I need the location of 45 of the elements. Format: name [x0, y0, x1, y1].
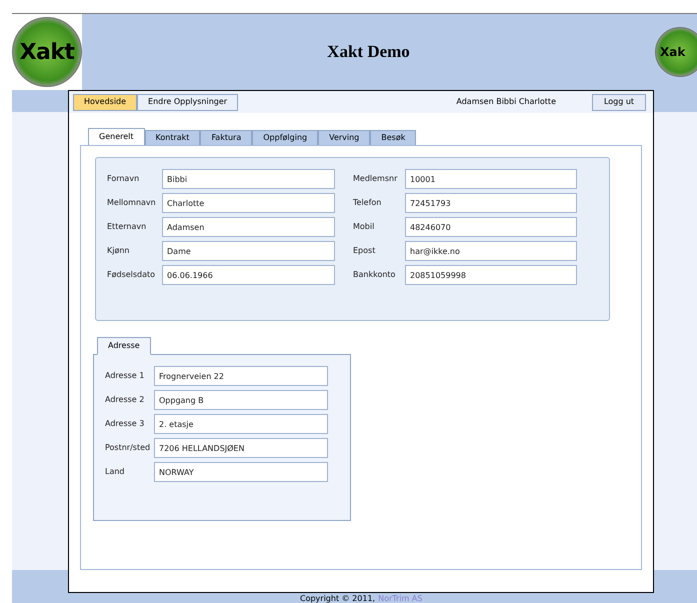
- tab[interactable]: Kontrakt: [144, 130, 200, 146]
- input-field[interactable]: Dame: [162, 241, 335, 261]
- input-field[interactable]: 2. etasje: [154, 414, 328, 434]
- input-field[interactable]: 10001: [405, 169, 577, 189]
- logout-button[interactable]: Logg ut: [592, 94, 646, 110]
- input-field[interactable]: 06.06.1966: [162, 265, 335, 285]
- field-label: Fødselsdato: [107, 269, 156, 281]
- input-field[interactable]: 48246070: [405, 217, 577, 237]
- user-name: Adamsen Bibbi Charlotte: [456, 96, 556, 108]
- input-field[interactable]: Bibbi: [162, 169, 335, 189]
- field-label: Land: [105, 466, 126, 478]
- input-field[interactable]: Oppgang B: [154, 390, 328, 410]
- tab[interactable]: Faktura: [200, 130, 252, 146]
- nav-button[interactable]: Hovedside: [73, 94, 138, 110]
- logo: Xak: [660, 44, 686, 61]
- input-field[interactable]: har@ikke.no: [405, 241, 577, 261]
- tab[interactable]: Oppfølging: [252, 130, 318, 146]
- copyright-text: Copyright © 2011,: [300, 593, 376, 603]
- page-title: Xakt Demo: [327, 41, 410, 64]
- field-label: Etternavn: [107, 221, 148, 233]
- field-label: Adresse 3: [105, 418, 146, 430]
- tab[interactable]: Besøk: [370, 130, 416, 146]
- tab[interactable]: Verving: [318, 130, 370, 146]
- input-field[interactable]: 72451793: [405, 193, 577, 213]
- logo: Xakt: [12, 17, 82, 87]
- field-label: Mellomnavn: [107, 197, 157, 209]
- nav-button[interactable]: Endre Opplysninger: [137, 94, 238, 110]
- field-label: Epost: [353, 245, 376, 257]
- tab[interactable]: Generelt: [88, 128, 145, 146]
- input-field[interactable]: Adamsen: [162, 217, 335, 237]
- field-label: Adresse 2: [105, 394, 146, 406]
- input-field[interactable]: 20851059998: [405, 265, 577, 285]
- field-label: Medlemsnr: [353, 173, 398, 185]
- input-field[interactable]: NORWAY: [154, 462, 328, 482]
- field-label: Telefon: [353, 197, 382, 209]
- input-field[interactable]: 7206 HELLANDSJØEN: [154, 438, 328, 458]
- input-field[interactable]: Charlotte: [162, 193, 335, 213]
- input-field[interactable]: Frognerveien 22: [154, 366, 328, 386]
- field-label: Kjønn: [107, 245, 131, 257]
- field-label: Fornavn: [107, 173, 140, 185]
- field-label: Adresse 1: [105, 370, 146, 382]
- tab[interactable]: Adresse: [97, 337, 151, 355]
- field-label: Postnr/sted: [105, 442, 152, 454]
- field-label: Mobil: [353, 221, 376, 233]
- field-label: Bankkonto: [353, 269, 396, 281]
